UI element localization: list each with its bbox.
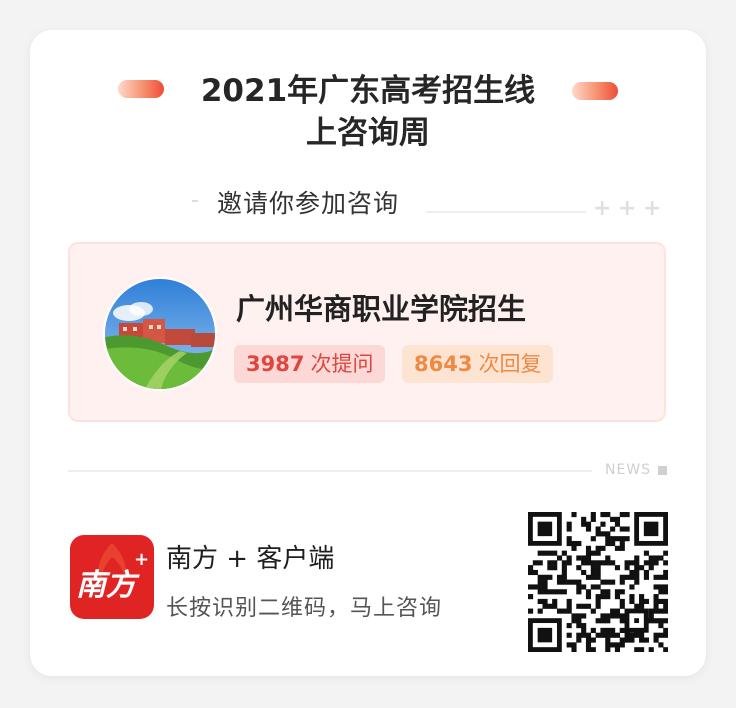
plus-icon: + [618,196,637,221]
plus-icon: + [643,196,662,221]
questions-badge: 3987 次提问 [234,345,386,383]
app-subtitle: 长按识别二维码，马上咨询 [166,596,443,621]
qr-code-icon[interactable] [528,512,669,653]
title-block: 2021年广东高考招生线 上咨询周 [30,70,706,154]
organization-card[interactable]: 广州华商职业学院招生 3987 次提问 8643 次回复 [68,242,666,422]
replies-label: 次回复 [478,352,542,376]
plus-icon: + [593,196,612,221]
organization-name: 广州华商职业学院招生 [236,292,527,326]
replies-badge: 8643 次回复 [402,345,554,383]
campus-avatar-icon [103,277,217,391]
nanfang-app-logo-icon: 南方 + [70,535,154,619]
replies-count: 8643 [414,352,473,376]
invite-left-dash [192,200,198,202]
news-square-icon [658,466,667,475]
share-card: 2021年广东高考招生线 上咨询周 邀请你参加咨询 + + + 广州华商职业学院… [30,30,706,676]
invite-right-line [426,211,586,213]
app-logo-text: 南方 [76,568,140,603]
questions-label: 次提问 [310,352,374,376]
questions-count: 3987 [246,352,305,376]
page-title-line1: 2021年广东高考招生线 [200,73,536,109]
invite-text: 邀请你参加咨询 [217,189,400,218]
app-name: 南方 + 客户端 [166,544,335,574]
app-logo-plus: + [134,549,149,570]
page-title-line2: 上咨询周 [306,115,430,151]
news-label: NEWS [605,462,652,478]
section-divider [68,470,592,472]
